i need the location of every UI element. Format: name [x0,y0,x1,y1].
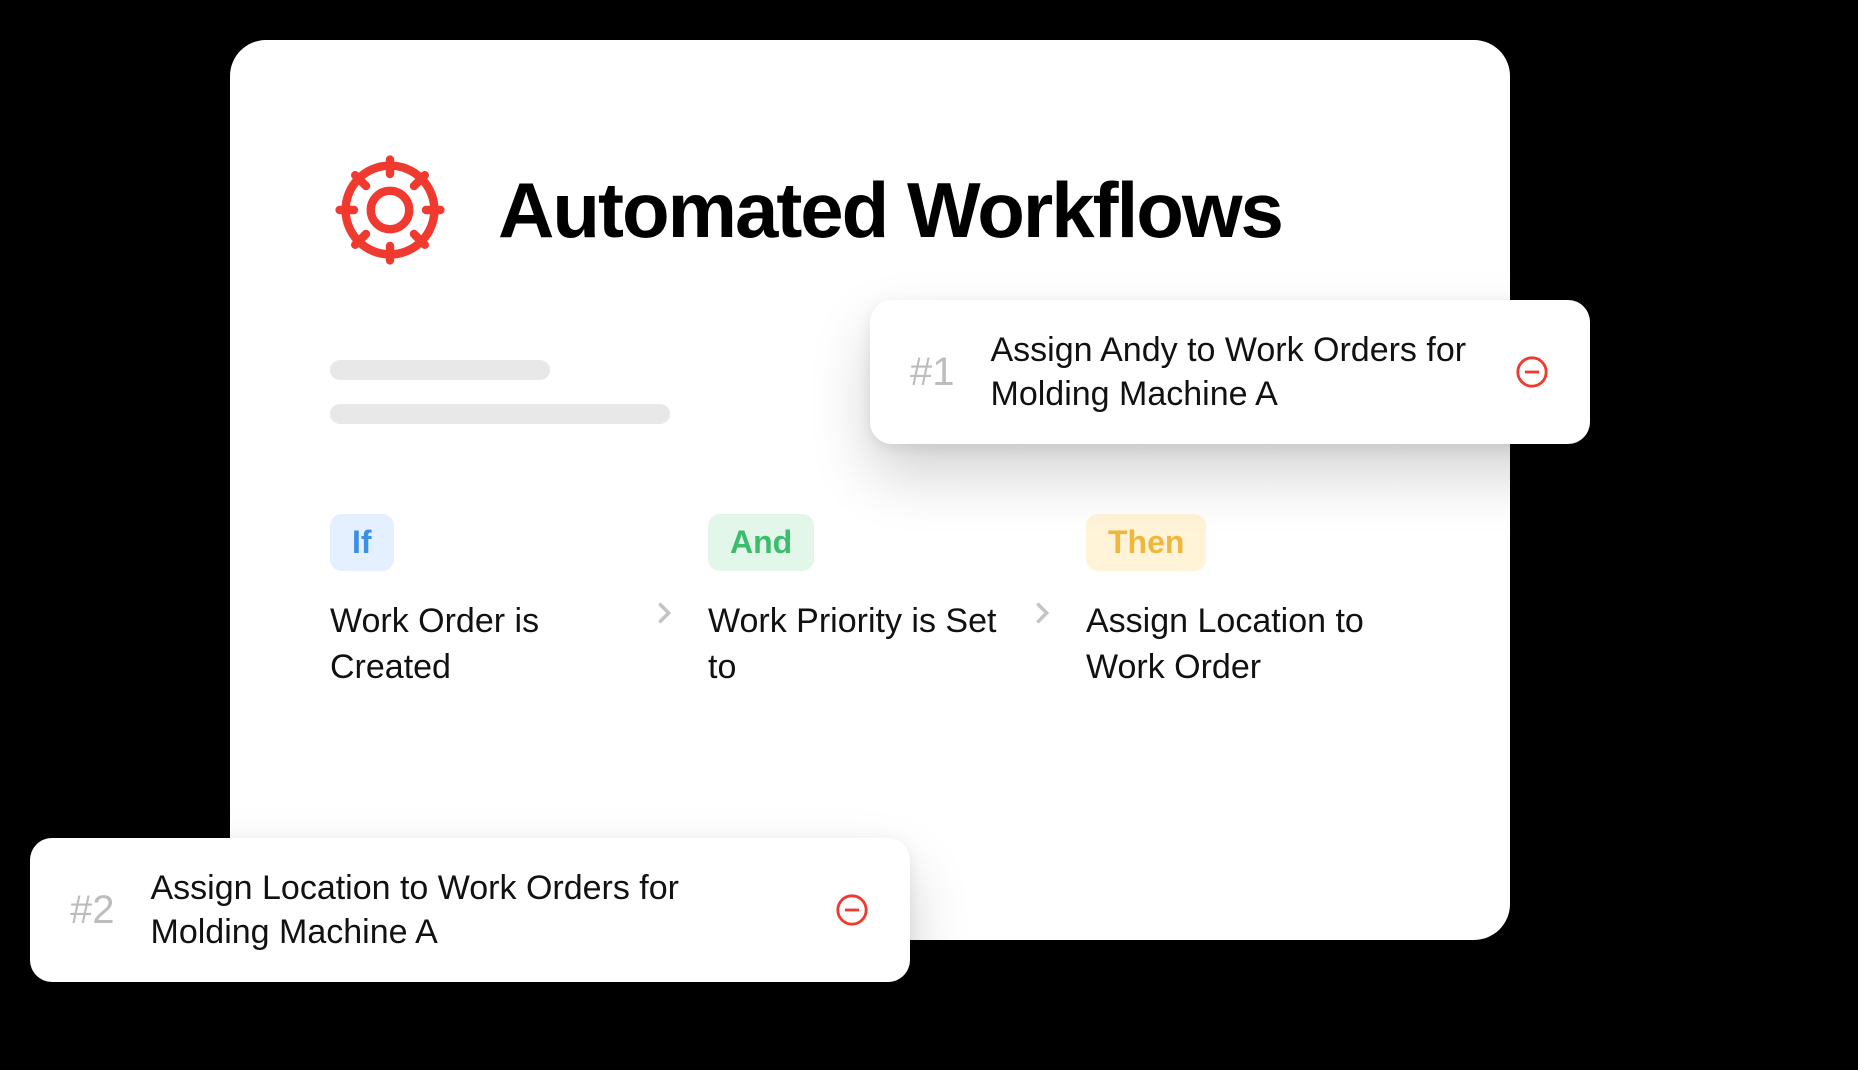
gear-icon [330,150,450,270]
if-text: Work Order is Created [330,599,620,691]
skeleton-line [330,404,670,424]
rule-builder: If Work Order is Created And Work Priori… [330,514,1410,691]
skeleton-line [330,360,550,380]
chevron-right-icon [650,599,678,627]
rule-then-block[interactable]: Then Assign Location to Work Order [1086,514,1376,691]
workflow-card[interactable]: #1 Assign Andy to Work Orders for Moldin… [870,300,1590,444]
if-pill: If [330,514,394,571]
workflow-number: #1 [910,350,955,395]
and-text: Work Priority is Set to [708,599,998,691]
header-row: Automated Workflows [330,150,1410,270]
workflow-number: #2 [70,888,115,933]
rule-if-block[interactable]: If Work Order is Created [330,514,620,691]
workflows-panel: Automated Workflows If Work Order is Cre… [230,40,1510,940]
workflow-title: Assign Andy to Work Orders for Molding M… [991,328,1479,416]
workflow-title: Assign Location to Work Orders for Moldi… [151,866,799,954]
workflow-card[interactable]: #2 Assign Location to Work Orders for Mo… [30,838,910,982]
then-pill: Then [1086,514,1206,571]
rule-and-block[interactable]: And Work Priority is Set to [708,514,998,691]
then-text: Assign Location to Work Order [1086,599,1376,691]
page-title: Automated Workflows [498,165,1282,256]
and-pill: And [708,514,814,571]
remove-icon[interactable] [1514,354,1550,390]
chevron-right-icon [1028,599,1056,627]
remove-icon[interactable] [834,892,870,928]
